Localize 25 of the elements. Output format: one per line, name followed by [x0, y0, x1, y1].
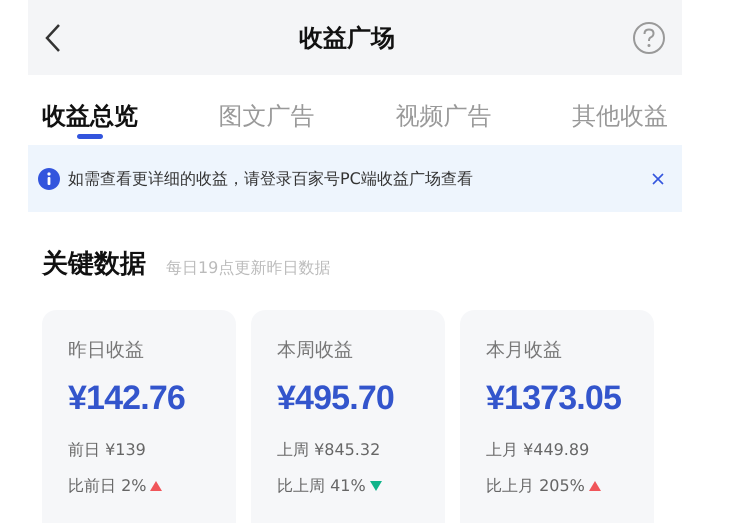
card-label: 本月收益 [486, 338, 563, 363]
help-icon[interactable] [632, 20, 666, 54]
card-label: 昨日收益 [68, 338, 145, 363]
close-icon[interactable] [652, 172, 664, 184]
tab[interactable]: 图文广告 [218, 93, 315, 139]
card-label: 本周收益 [277, 338, 354, 363]
info-icon [38, 168, 60, 190]
card-amount: ¥495.70 [277, 378, 395, 418]
card-amount: ¥142.76 [68, 378, 186, 418]
previous-value: 前日 ¥139 [68, 438, 147, 460]
back-icon[interactable] [44, 22, 62, 52]
change-text: 比上周 41% [277, 474, 366, 496]
previous-value: 上周 ¥845.32 [277, 438, 382, 460]
tab[interactable]: 视频广告 [395, 93, 492, 139]
change-text: 比上月 205% [486, 474, 585, 496]
previous-value: 上月 ¥449.89 [486, 438, 590, 460]
page-title: 收益广场 [299, 22, 395, 54]
tab[interactable]: 其他收益 [572, 93, 668, 139]
section-subtitle: 每日19点更新昨日数据 [166, 257, 330, 279]
card-amount: ¥1373.05 [486, 378, 622, 418]
notice-text: 如需查看更详细的收益，请登录百家号PC端收益广场查看 [68, 168, 473, 190]
tab-indicator [77, 134, 103, 139]
section-title: 关键数据 [42, 248, 146, 281]
change-text: 比前日 2% [68, 474, 146, 496]
tab[interactable]: 收益总览 [42, 93, 138, 139]
